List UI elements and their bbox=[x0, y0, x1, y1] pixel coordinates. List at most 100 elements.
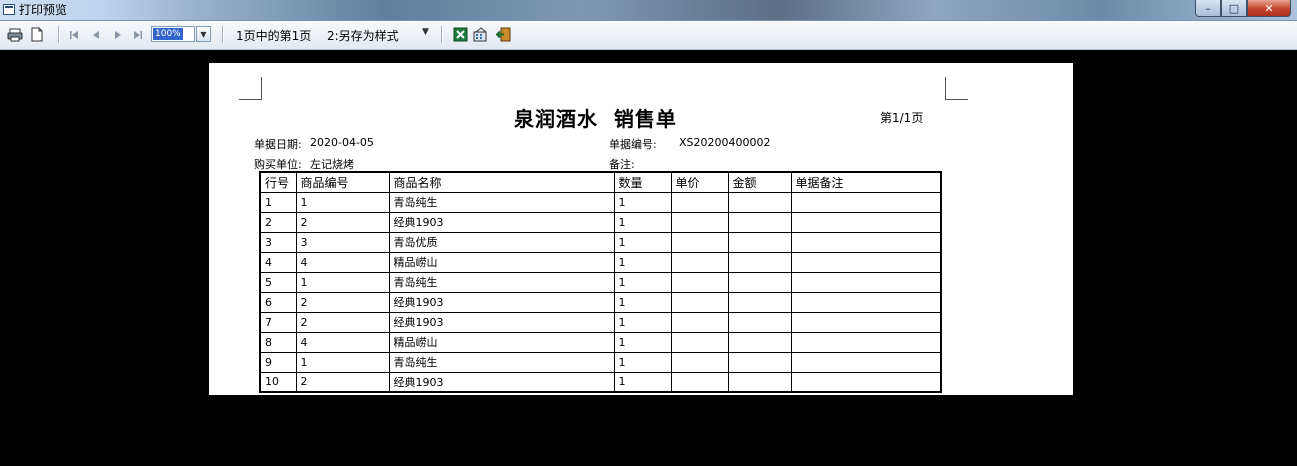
table-row: 1 1 青岛纯生 1 bbox=[259, 191, 942, 213]
number-value: XS20200400002 bbox=[679, 136, 771, 149]
table-cell bbox=[790, 371, 942, 393]
table-cell bbox=[670, 251, 729, 273]
column-header: 商品编号 bbox=[295, 171, 390, 193]
table-cell bbox=[790, 291, 942, 313]
table-cell: 1 bbox=[613, 211, 672, 233]
table-cell: 青岛纯生 bbox=[388, 271, 615, 293]
table-cell bbox=[670, 271, 729, 293]
table-row: 8 4 精品崂山 1 bbox=[259, 331, 942, 353]
table-row: 7 2 经典1903 1 bbox=[259, 311, 942, 333]
page-number: 第1/1页 bbox=[880, 111, 924, 125]
excel-export-icon[interactable] bbox=[451, 25, 469, 44]
table-cell bbox=[790, 351, 942, 373]
table-cell bbox=[790, 191, 942, 213]
table-cell: 经典1903 bbox=[388, 311, 615, 333]
table-cell: 3 bbox=[259, 231, 297, 253]
table-cell bbox=[670, 291, 729, 313]
toolbar-separator bbox=[58, 26, 60, 43]
column-header: 行号 bbox=[259, 171, 297, 193]
column-header: 金额 bbox=[727, 171, 792, 193]
table-row: 6 2 经典1903 1 bbox=[259, 291, 942, 313]
window-icon bbox=[3, 4, 15, 15]
table-cell: 青岛优质 bbox=[388, 231, 615, 253]
buyer-value: 左记烧烤 bbox=[310, 158, 354, 171]
table-cell bbox=[790, 271, 942, 293]
window-title: 打印预览 bbox=[19, 3, 68, 17]
date-label: 单据日期: bbox=[254, 138, 302, 151]
table-cell: 2 bbox=[295, 311, 390, 333]
print-icon[interactable] bbox=[6, 25, 24, 44]
toolbar-separator bbox=[441, 26, 443, 43]
table-cell: 经典1903 bbox=[388, 211, 615, 233]
table-cell: 9 bbox=[259, 351, 297, 373]
table-cell bbox=[727, 311, 792, 333]
column-header: 数量 bbox=[613, 171, 672, 193]
first-page-icon[interactable] bbox=[66, 25, 82, 44]
table-cell bbox=[727, 291, 792, 313]
table-cell: 1 bbox=[613, 251, 672, 273]
table-cell: 10 bbox=[259, 371, 297, 393]
table-cell: 5 bbox=[259, 271, 297, 293]
minimize-button[interactable]: – bbox=[1195, 0, 1221, 17]
table-row: 4 4 精品崂山 1 bbox=[259, 251, 942, 273]
table-row: 10 2 经典1903 1 bbox=[259, 371, 942, 393]
note-label: 备注: bbox=[609, 158, 635, 171]
table-cell: 1 bbox=[295, 191, 390, 213]
page-setup-icon[interactable] bbox=[28, 25, 46, 44]
table-cell: 4 bbox=[259, 251, 297, 273]
table-header-row: 行号 商品编号 商品名称 数量 单价 金额 单据备注 bbox=[259, 171, 942, 193]
column-header: 单价 bbox=[670, 171, 729, 193]
table-cell bbox=[727, 191, 792, 213]
table-cell: 1 bbox=[613, 291, 672, 313]
table-cell: 1 bbox=[613, 271, 672, 293]
chevron-down-icon[interactable]: ▼ bbox=[422, 27, 429, 37]
last-page-icon[interactable] bbox=[130, 25, 146, 44]
window-controls: – □ ✕ bbox=[1195, 0, 1291, 18]
preview-toolbar: 100% ▼ 1页中的第1页 2:另存为样式 ▼ bbox=[0, 21, 1297, 50]
table-cell: 1 bbox=[613, 331, 672, 353]
table-cell bbox=[670, 331, 729, 353]
table-cell bbox=[790, 231, 942, 253]
table-cell bbox=[727, 211, 792, 233]
table-cell: 1 bbox=[613, 351, 672, 373]
table-cell bbox=[727, 351, 792, 373]
zoom-select[interactable]: 100% bbox=[151, 26, 195, 42]
table-row: 9 1 青岛纯生 1 bbox=[259, 351, 942, 373]
crop-mark bbox=[945, 77, 968, 100]
table-cell bbox=[670, 211, 729, 233]
table-cell: 4 bbox=[295, 251, 390, 273]
next-page-icon[interactable] bbox=[110, 25, 126, 44]
toolbar-separator bbox=[222, 26, 224, 43]
table-cell: 精品崂山 bbox=[388, 331, 615, 353]
document-title: 泉润酒水 销售单 bbox=[514, 107, 677, 131]
exit-icon[interactable] bbox=[494, 25, 512, 44]
table-cell: 1 bbox=[613, 371, 672, 393]
table-cell: 2 bbox=[259, 211, 297, 233]
table-cell: 1 bbox=[613, 311, 672, 333]
table-cell: 6 bbox=[259, 291, 297, 313]
table-cell: 青岛纯生 bbox=[388, 191, 615, 213]
zoom-value: 100% bbox=[153, 28, 183, 40]
close-button[interactable]: ✕ bbox=[1247, 0, 1291, 17]
date-value: 2020-04-05 bbox=[310, 136, 374, 149]
buyer-label: 购买单位: bbox=[254, 158, 302, 171]
sales-table: 行号 商品编号 商品名称 数量 单价 金额 单据备注 1 1 青岛纯生 1 2 2 经典19… bbox=[259, 171, 942, 393]
zoom-dropdown-button[interactable]: ▼ bbox=[196, 26, 211, 42]
table-cell: 7 bbox=[259, 311, 297, 333]
table-cell bbox=[790, 331, 942, 353]
page-indicator: 1页中的第1页 bbox=[236, 29, 312, 43]
table-cell: 2 bbox=[295, 371, 390, 393]
crop-mark bbox=[239, 77, 262, 100]
column-header: 单据备注 bbox=[790, 171, 942, 193]
table-row: 5 1 青岛纯生 1 bbox=[259, 271, 942, 293]
style-select[interactable]: 2:另存为样式 bbox=[327, 27, 437, 44]
table-cell bbox=[727, 231, 792, 253]
settings-icon[interactable] bbox=[472, 25, 490, 44]
table-cell: 4 bbox=[295, 331, 390, 353]
column-header: 商品名称 bbox=[388, 171, 615, 193]
table-row: 3 3 青岛优质 1 bbox=[259, 231, 942, 253]
table-cell bbox=[670, 191, 729, 213]
maximize-button[interactable]: □ bbox=[1221, 0, 1247, 17]
table-cell bbox=[670, 351, 729, 373]
prev-page-icon[interactable] bbox=[88, 25, 104, 44]
